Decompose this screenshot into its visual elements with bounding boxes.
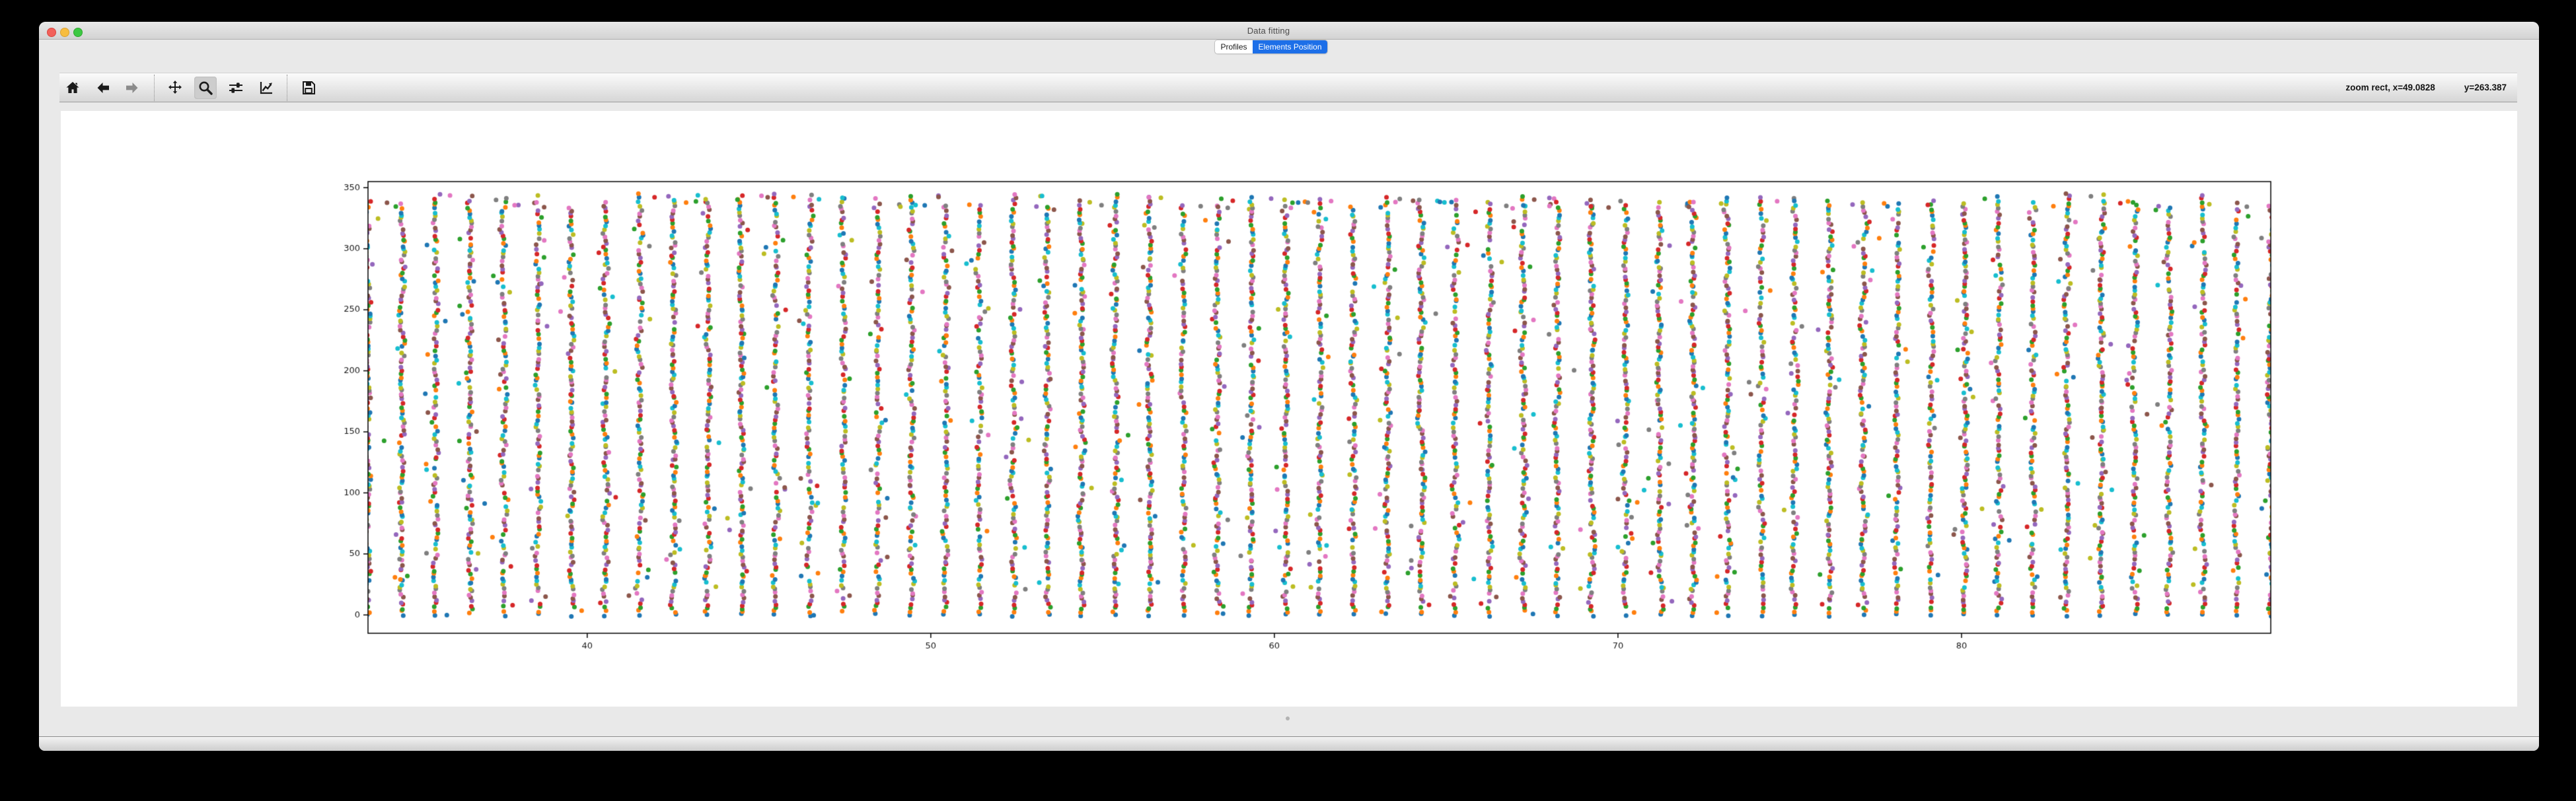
tab-profiles[interactable]: Profiles <box>1215 40 1253 53</box>
home-icon <box>65 80 81 96</box>
navigation-toolbar: zoom rect, x=49.0828 y=263.387 <box>59 73 2517 102</box>
save-button[interactable] <box>297 77 320 99</box>
window-title: Data fitting <box>39 26 2498 36</box>
floppy-save-icon <box>301 80 316 96</box>
title-bar: Data fitting <box>39 22 2539 40</box>
status-mode-and-x: zoom rect, x=49.0828 <box>2345 83 2435 92</box>
pan-button[interactable] <box>164 77 186 99</box>
back-arrow-icon <box>95 80 111 96</box>
splitter-grip[interactable] <box>1286 716 1290 720</box>
view-tabs: Profiles Elements Position <box>1214 40 1328 54</box>
line-chart-icon <box>258 80 274 96</box>
back-button[interactable] <box>92 77 114 99</box>
toolbar-status: zoom rect, x=49.0828 y=263.387 <box>2345 73 2507 102</box>
status-y: y=263.387 <box>2464 83 2507 92</box>
zoom-rect-button[interactable] <box>194 77 217 99</box>
customize-axes-button[interactable] <box>255 77 277 99</box>
home-button[interactable] <box>61 77 84 99</box>
window-bottom-bar <box>39 736 2539 751</box>
tab-elements-position-label: Elements Position <box>1258 42 1321 52</box>
figure-area <box>61 111 2517 707</box>
toolbar-separator <box>154 75 155 101</box>
desktop: { "window": { "title": "Data fitting", "… <box>0 0 2576 801</box>
tab-elements-position[interactable]: Elements Position <box>1253 40 1327 53</box>
forward-button[interactable] <box>121 77 143 99</box>
tab-profiles-label: Profiles <box>1220 42 1247 52</box>
pan-move-icon <box>167 80 183 96</box>
sliders-icon <box>228 80 244 96</box>
magnifier-icon <box>198 80 213 96</box>
plot-canvas[interactable] <box>61 111 2517 707</box>
forward-arrow-icon <box>124 80 140 96</box>
configure-subplots-button[interactable] <box>225 77 247 99</box>
app-window: Data fitting Profiles Elements Position <box>39 22 2539 751</box>
